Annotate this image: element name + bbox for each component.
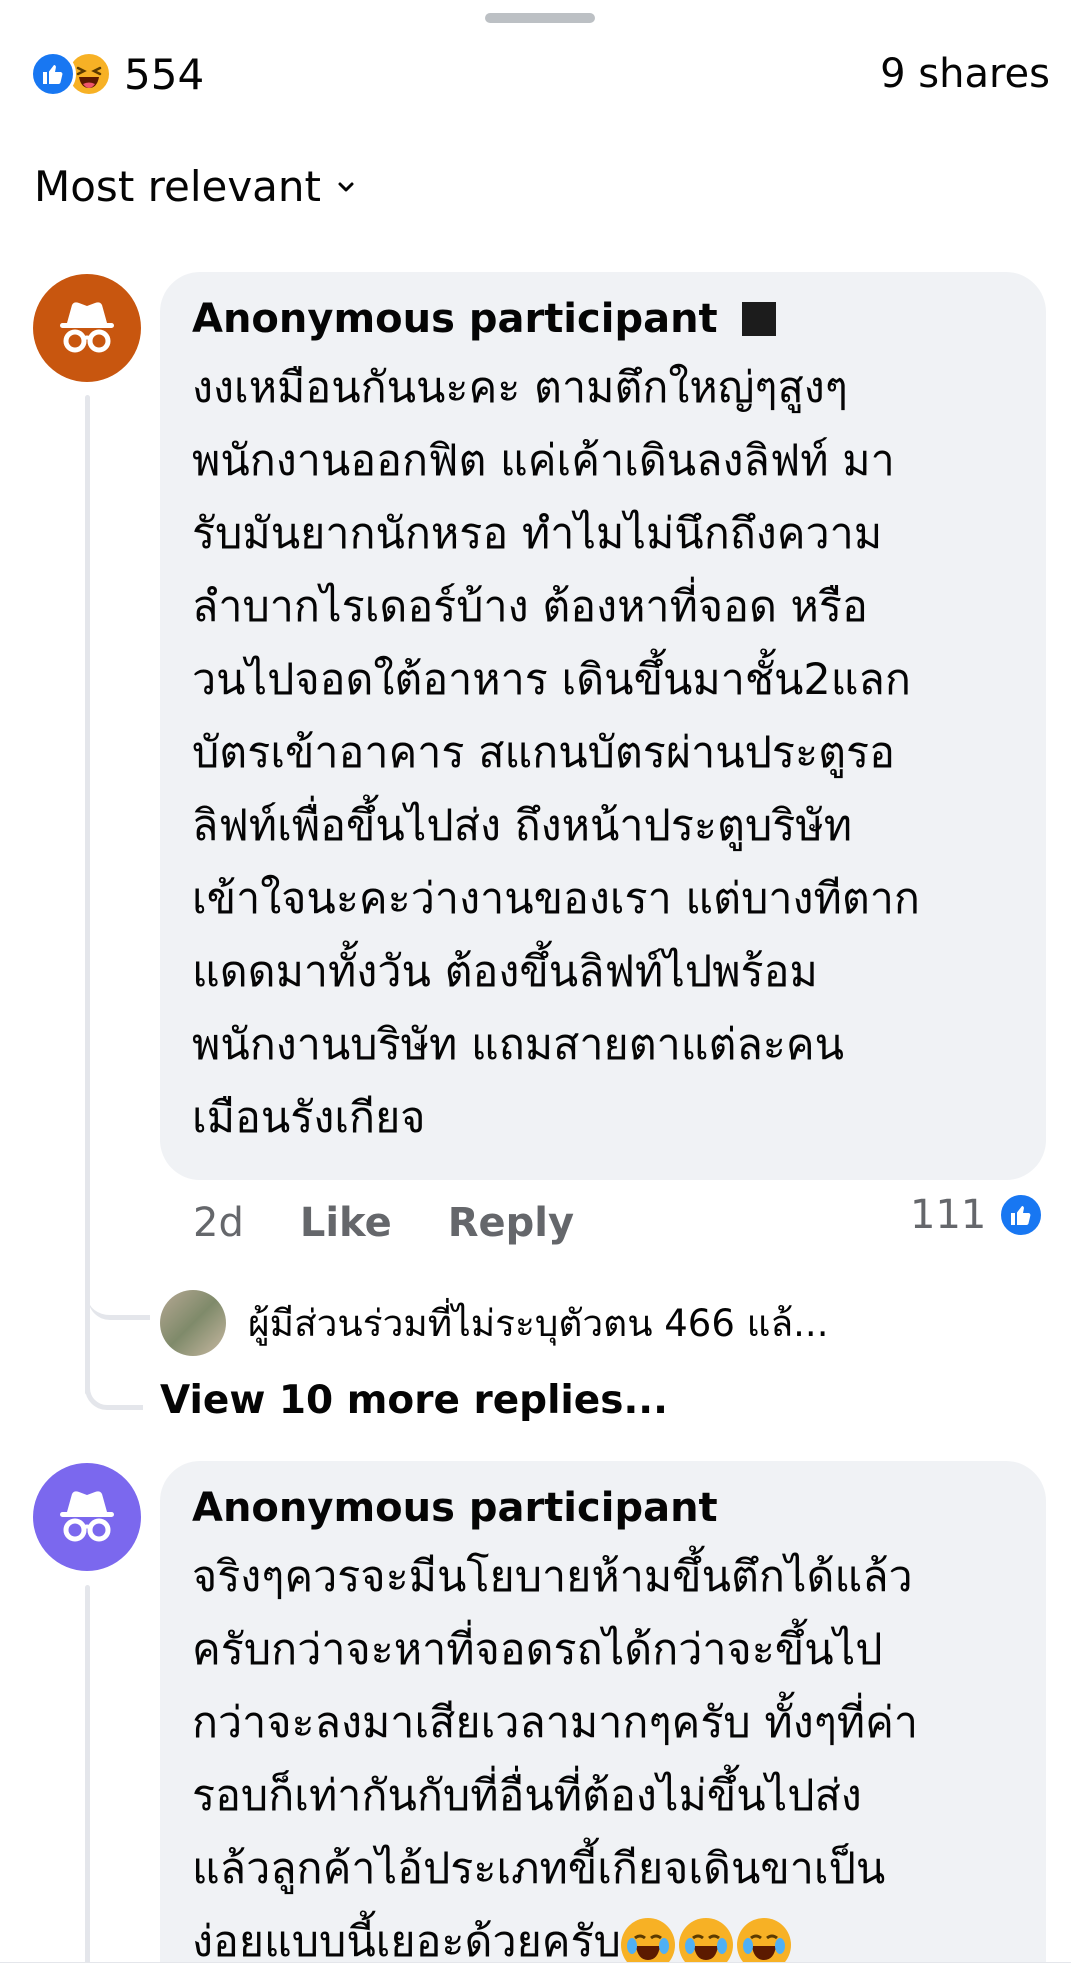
reply-preview[interactable]: ผู้มีส่วนร่วมที่ไม่ระบุตัวตน 466 แล้... <box>160 1290 828 1356</box>
comments-sheet: 554 9 shares Most relevant Anonymous par… <box>0 0 1071 1982</box>
bottom-edge <box>0 1962 1071 1982</box>
reply-preview-text: ผู้มีส่วนร่วมที่ไม่ระบุตัวตน 466 แล้... <box>248 1301 829 1345</box>
comment-author[interactable]: Anonymous participant <box>192 294 1014 344</box>
comment-bubble[interactable]: Anonymous participant จริงๆควรจะมีนโยบาย… <box>160 1461 1046 1982</box>
chevron-down-icon <box>338 182 354 191</box>
view-more-replies-link[interactable]: View 10 more replies... <box>160 1378 668 1423</box>
reaction-count: 554 <box>124 49 205 99</box>
reply-button[interactable]: Reply <box>448 1200 574 1246</box>
author-badge-icon <box>741 302 776 336</box>
reactions-summary: 554 9 shares <box>30 44 1050 104</box>
comment-text: งงเหมือนกันนะคะ ตามตึกใหญ่ๆสูงๆ พนักงานอ… <box>192 363 920 1143</box>
sort-dropdown[interactable]: Most relevant <box>34 162 357 211</box>
comment-text-content: จริงๆควรจะมีนโยบายห้ามขึ้นตึกได้แล้ว ครั… <box>192 1552 919 1967</box>
reply-connector <box>88 1280 150 1320</box>
like-icon <box>998 1192 1045 1238</box>
author-name[interactable]: Anonymous participant <box>192 1485 718 1531</box>
comment-actions: 2d Like Reply <box>193 1200 574 1246</box>
avatar <box>160 1290 226 1356</box>
sort-label: Most relevant <box>34 162 322 211</box>
incognito-icon <box>60 302 114 353</box>
drag-handle[interactable] <box>485 13 595 23</box>
thread-line <box>85 395 90 1395</box>
author-name[interactable]: Anonymous participant <box>192 296 718 342</box>
reply-connector <box>85 1360 143 1410</box>
comment-author[interactable]: Anonymous participant <box>192 1483 1014 1533</box>
like-icon <box>30 51 76 97</box>
comment-like-count[interactable]: 111 <box>910 1192 1045 1238</box>
thread-line <box>85 1585 90 1965</box>
like-count-value: 111 <box>910 1192 987 1238</box>
comment-bubble[interactable]: Anonymous participant งงเหมือนกันนะคะ ตา… <box>160 272 1046 1180</box>
avatar[interactable] <box>33 1463 141 1571</box>
incognito-icon <box>60 1491 114 1542</box>
avatar[interactable] <box>33 274 141 382</box>
comment-time: 2d <box>193 1200 244 1246</box>
reactions-button[interactable]: 554 <box>30 50 204 99</box>
shares-count[interactable]: 9 shares <box>880 51 1050 97</box>
comment-text: จริงๆควรจะมีนโยบายห้ามขึ้นตึกได้แล้ว ครั… <box>192 1541 1014 1979</box>
like-button[interactable]: Like <box>300 1200 392 1246</box>
